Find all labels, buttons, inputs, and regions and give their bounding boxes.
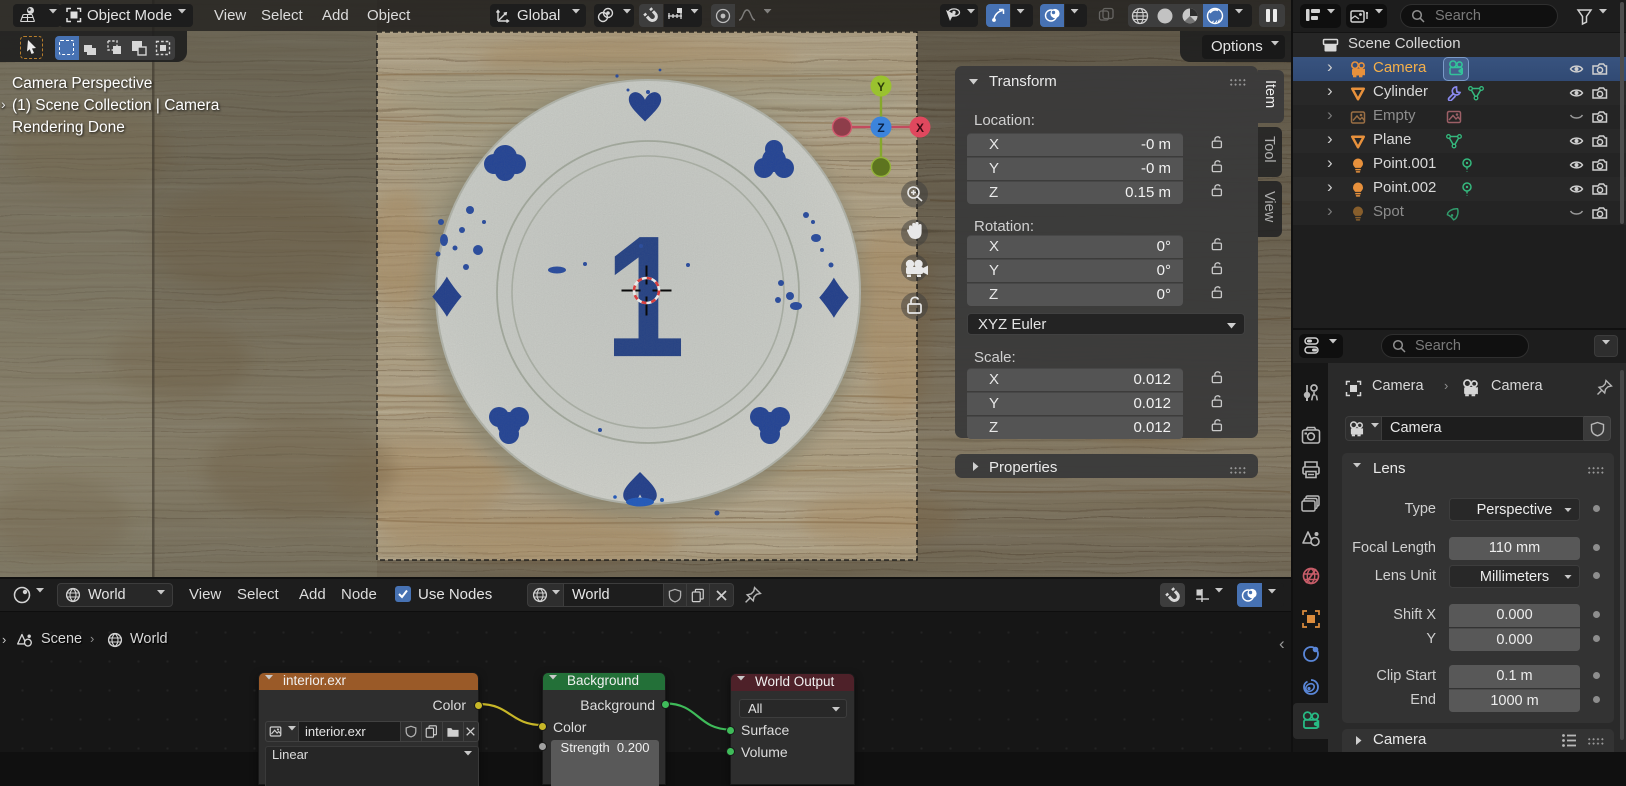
svg-text:Z: Z [877,121,884,135]
svg-text:X: X [916,121,924,135]
svg-text:Y: Y [877,80,885,94]
